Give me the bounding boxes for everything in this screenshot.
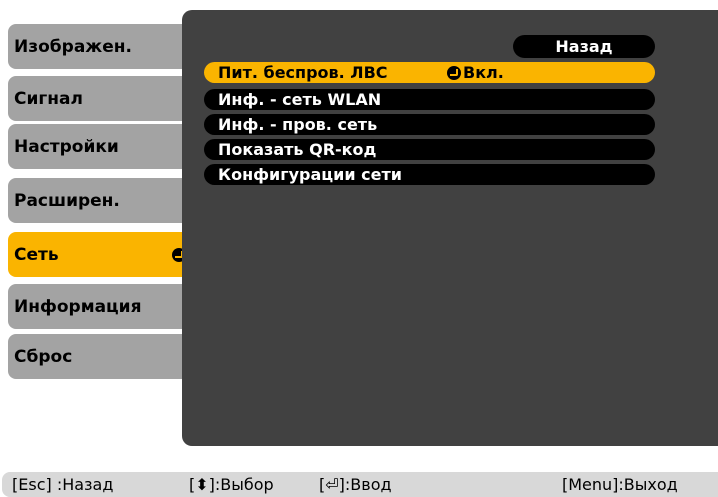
tab-image[interactable]: Изображен. — [8, 24, 182, 69]
tab-signal[interactable]: Сигнал — [8, 76, 182, 121]
back-button[interactable]: Назад — [513, 35, 655, 58]
menu-item-qr-code[interactable]: Показать QR-код — [204, 139, 655, 160]
value-text: Вкл. — [463, 63, 504, 82]
tab-label: Расширен. — [14, 190, 120, 211]
tab-reset[interactable]: Сброс — [8, 334, 182, 379]
back-label: Назад — [555, 37, 613, 56]
menu-item-network-config[interactable]: Конфигурации сети — [204, 164, 655, 185]
help-select: [⬍]:Выбор — [189, 475, 274, 494]
tab-settings[interactable]: Настройки — [8, 124, 182, 169]
menu-item-value: Вкл. — [447, 62, 504, 83]
menu-item-label: Пит. беспров. ЛВС — [218, 63, 388, 82]
tab-label: Сигнал — [14, 88, 83, 109]
help-esc: [Esc] :Назад — [12, 475, 114, 494]
tab-network[interactable]: Сеть — [8, 232, 194, 277]
help-enter: [⏎]:Ввод — [319, 475, 392, 494]
tab-label: Изображен. — [14, 36, 132, 57]
tab-label: Сброс — [14, 346, 73, 367]
menu-item-label: Инф. - сеть WLAN — [218, 90, 382, 109]
menu-item-label: Конфигурации сети — [218, 165, 402, 184]
menu-item-label: Инф. - пров. сеть — [218, 115, 378, 134]
menu-item-wlan-info[interactable]: Инф. - сеть WLAN — [204, 89, 655, 110]
tab-info[interactable]: Информация — [8, 284, 182, 329]
menu-item-label: Показать QR-код — [218, 140, 377, 159]
help-menu: [Menu]:Выход — [562, 475, 678, 494]
tab-extended[interactable]: Расширен. — [8, 178, 182, 223]
enter-icon — [447, 65, 461, 80]
tab-label: Сеть — [14, 244, 59, 265]
tab-label: Настройки — [14, 136, 119, 157]
menu-item-wired-info[interactable]: Инф. - пров. сеть — [204, 114, 655, 135]
menu-item-wireless-lan-power[interactable]: Пит. беспров. ЛВС Вкл. — [204, 62, 655, 83]
tab-label: Информация — [14, 296, 142, 317]
help-bar: [Esc] :Назад [⬍]:Выбор [⏎]:Ввод [Menu]:В… — [2, 472, 718, 497]
